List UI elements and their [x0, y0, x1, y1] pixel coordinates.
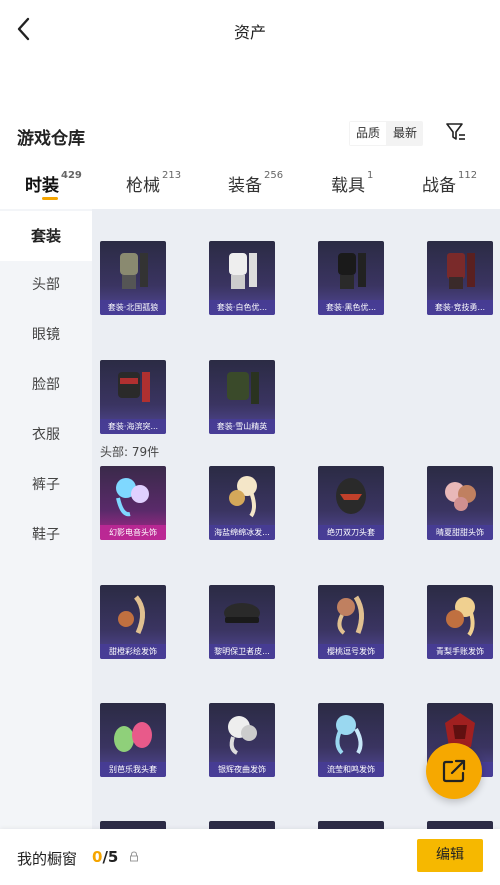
item-card[interactable]: 套装·雪山精英 — [209, 360, 275, 434]
headwear-icon — [445, 482, 476, 511]
item-card[interactable]: 绝刃双刀头套 — [318, 466, 384, 540]
headwear-icon — [336, 478, 366, 514]
item-card[interactable]: 青梨手账发饰 — [427, 585, 493, 659]
item-card[interactable]: 银辉夜曲发饰 — [209, 703, 275, 777]
suit-outfit-icon — [227, 372, 259, 404]
lock-icon — [130, 851, 138, 862]
item-card[interactable]: 套装·海滨突... — [100, 360, 166, 434]
sidebar-item-clothes[interactable]: 衣服 — [0, 410, 92, 460]
item-card[interactable]: 幻影电音头饰 — [100, 466, 166, 540]
headwear-icon — [335, 715, 363, 755]
category-tabs: 时装429 枪械213 装备256 载具1 战备112 — [0, 158, 500, 209]
filter-icon[interactable] — [445, 121, 467, 143]
headwear-icon — [114, 722, 152, 752]
share-button[interactable] — [426, 743, 482, 799]
headwear-icon — [118, 595, 145, 635]
item-card[interactable]: 流莹和鸣发饰 — [318, 703, 384, 777]
tab-equipment[interactable]: 装备256 — [228, 170, 283, 196]
suit-outfit-icon — [338, 253, 366, 289]
headwear-icon — [224, 603, 260, 623]
showcase-bar: 我的橱窗 0/5 编辑 — [0, 829, 500, 885]
item-card[interactable] — [209, 821, 275, 829]
tab-guns[interactable]: 枪械213 — [126, 170, 181, 196]
suit-outfit-icon — [118, 372, 150, 402]
headwear-icon — [228, 716, 257, 755]
tab-vehicles[interactable]: 载具1 — [331, 170, 373, 196]
tab-fashion[interactable]: 时装429 — [25, 170, 82, 196]
item-card[interactable]: 黎明保卫者皮... — [209, 585, 275, 659]
sort-newest-button[interactable]: 最新 — [387, 121, 423, 146]
item-card[interactable] — [427, 821, 493, 829]
item-card[interactable]: 海盐绵绵冰发... — [209, 466, 275, 540]
top-bar: 资产 — [0, 0, 500, 58]
headwear-icon — [446, 597, 475, 637]
sidebar-item-glasses[interactable]: 眼镜 — [0, 310, 92, 360]
warehouse-title: 游戏仓库 — [17, 129, 85, 149]
item-card[interactable]: 套装·竞技勇... — [427, 241, 493, 315]
item-card[interactable]: 套装·白色优... — [209, 241, 275, 315]
headwear-icon — [116, 478, 149, 517]
sort-quality-button[interactable]: 品质 — [350, 122, 387, 145]
suit-outfit-icon — [229, 253, 257, 289]
showcase-label: 我的橱窗 — [17, 850, 78, 868]
item-card[interactable] — [100, 821, 166, 829]
headwear-icon — [337, 595, 364, 635]
page-title: 资产 — [233, 23, 266, 42]
tab-gear[interactable]: 战备112 — [422, 170, 477, 196]
sidebar: 套装 头部 眼镜 脸部 衣服 裤子 鞋子 — [0, 209, 92, 829]
item-card[interactable] — [318, 821, 384, 829]
item-card[interactable]: 套装·黑色优... — [318, 241, 384, 315]
edit-button[interactable]: 编辑 — [417, 839, 483, 872]
sidebar-item-suits[interactable]: 套装 — [0, 211, 92, 261]
suit-outfit-icon — [120, 253, 148, 289]
sort-toggle: 品质 最新 — [349, 121, 424, 146]
sidebar-item-face[interactable]: 脸部 — [0, 360, 92, 410]
showcase-count: 0/5 — [92, 848, 119, 866]
head-section-label: 头部: 79件 — [100, 445, 160, 459]
item-card[interactable]: 晴夏甜甜头饰 — [427, 466, 493, 540]
item-card[interactable]: 套装·北国孤狼 — [100, 241, 166, 315]
item-card[interactable]: 别芭乐我头套 — [100, 703, 166, 777]
sidebar-item-shoes[interactable]: 鞋子 — [0, 510, 92, 560]
active-tab-underline — [42, 197, 58, 200]
sidebar-item-head[interactable]: 头部 — [0, 260, 92, 310]
item-card[interactable]: 樱桃逗号发饰 — [318, 585, 384, 659]
headwear-icon — [229, 476, 257, 518]
item-card[interactable]: 甜橙彩绘发饰 — [100, 585, 166, 659]
suit-outfit-icon — [447, 253, 475, 289]
item-grid: 套装·北国孤狼 套装·白色优... 套装·黑色优... 套装·竞技勇... 套装… — [92, 209, 500, 829]
share-icon — [442, 759, 466, 783]
sidebar-item-pants[interactable]: 裤子 — [0, 460, 92, 510]
